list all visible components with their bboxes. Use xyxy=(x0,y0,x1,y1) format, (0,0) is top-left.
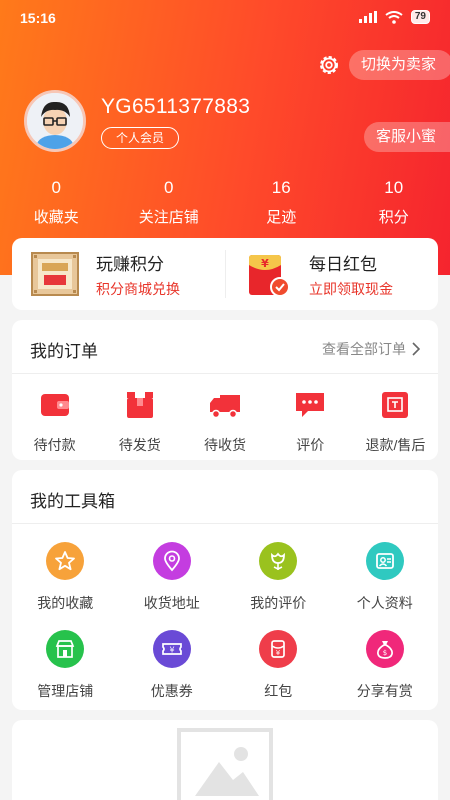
truck-icon xyxy=(210,395,240,419)
stat-label: 收藏夹 xyxy=(33,209,79,226)
stat-followed-shops[interactable]: 0 关注店铺 xyxy=(113,178,226,227)
orders-title: 我的订单 xyxy=(30,342,98,361)
red-packet-icon: ¥ xyxy=(259,630,298,668)
promo-red-envelope[interactable]: ¥ 每日红包 立即领取现金 xyxy=(225,238,438,310)
location-icon xyxy=(152,542,191,580)
stats-row: 0 收藏夹 0 关注店铺 16 足迹 10 积分 xyxy=(0,178,450,227)
tool-manage-store[interactable]: 管理店铺 xyxy=(12,630,119,718)
tool-coupons[interactable]: ¥ 优惠券 xyxy=(119,630,226,718)
order-label: 待发货 xyxy=(118,437,161,453)
store-icon xyxy=(46,630,85,668)
orders-card: 我的订单 查看全部订单 待付款 待发货 待收货 评价 退款/售后 xyxy=(12,320,438,460)
promo-points[interactable]: 玩赚积分 积分商城兑换 xyxy=(12,238,225,310)
status-bar: 15:16 79 xyxy=(0,0,450,36)
stat-label: 积分 xyxy=(378,209,409,226)
image-placeholder[interactable] xyxy=(177,728,273,800)
promo-title: 玩赚积分 xyxy=(96,254,164,274)
status-icons: 79 xyxy=(358,10,430,24)
refund-icon xyxy=(382,392,409,418)
signal-icon xyxy=(358,11,377,23)
order-label: 待付款 xyxy=(33,437,76,453)
tool-my-favorites[interactable]: 我的收藏 xyxy=(12,542,119,630)
profile-card-icon xyxy=(365,542,404,580)
svg-text:¥: ¥ xyxy=(276,649,281,657)
tool-label: 我的评价 xyxy=(250,595,307,611)
tool-label: 红包 xyxy=(264,683,293,699)
stat-value: 0 xyxy=(51,178,61,197)
flower-icon xyxy=(259,542,298,580)
order-label: 退款/售后 xyxy=(365,437,426,453)
order-review[interactable]: 评价 xyxy=(268,390,353,455)
star-icon xyxy=(46,542,85,580)
tool-label: 优惠券 xyxy=(150,683,193,699)
svg-text:¥: ¥ xyxy=(261,257,269,270)
money-bag-icon: $ xyxy=(365,630,404,668)
promo-card: 玩赚积分 积分商城兑换 ¥ 每日红包 立即领取现金 xyxy=(12,238,438,310)
stat-label: 足迹 xyxy=(266,209,297,226)
promo-subtitle: 积分商城兑换 xyxy=(96,280,180,297)
view-all-orders-link[interactable]: 查看全部订单 xyxy=(322,339,420,359)
points-board-icon xyxy=(31,252,79,296)
comment-icon xyxy=(296,393,325,417)
order-pending-shipment[interactable]: 待发货 xyxy=(97,390,182,455)
coupon-icon: ¥ xyxy=(152,630,191,668)
tool-label: 管理店铺 xyxy=(37,683,94,699)
stat-label: 关注店铺 xyxy=(138,209,199,226)
order-pending-receipt[interactable]: 待收货 xyxy=(182,390,267,455)
toolbox-title: 我的工具箱 xyxy=(30,492,115,511)
banner-card xyxy=(12,720,438,800)
stat-points[interactable]: 10 积分 xyxy=(338,178,450,227)
avatar[interactable] xyxy=(24,90,86,152)
order-refund[interactable]: 退款/售后 xyxy=(353,390,438,455)
red-envelope-icon: ¥ xyxy=(249,255,290,297)
stat-favorites[interactable]: 0 收藏夹 xyxy=(0,178,113,227)
switch-to-seller-button[interactable]: 切换为卖家 xyxy=(349,50,450,80)
order-status-row: 待付款 待发货 待收货 评价 退款/售后 xyxy=(12,374,438,455)
package-icon xyxy=(126,392,153,418)
image-placeholder-icon xyxy=(195,747,259,796)
member-badge: 个人会员 xyxy=(101,127,180,149)
stat-value: 16 xyxy=(271,178,291,197)
username: YG6511377883 xyxy=(101,95,251,118)
orders-header: 我的订单 查看全部订单 xyxy=(12,320,438,374)
view-all-orders-label: 查看全部订单 xyxy=(322,341,406,357)
svg-text:¥: ¥ xyxy=(169,646,174,655)
order-label: 评价 xyxy=(296,437,325,453)
stat-footprints[interactable]: 16 足迹 xyxy=(225,178,338,227)
promo-subtitle: 立即领取现金 xyxy=(309,280,393,297)
gear-icon[interactable] xyxy=(316,52,342,78)
tool-label: 收货地址 xyxy=(143,595,200,611)
avatar-image xyxy=(27,93,83,149)
customer-service-button[interactable]: 客服小蜜 xyxy=(364,122,450,152)
toolbox-card: 我的工具箱 我的收藏 收货地址 我的评价 个人资料 管理店铺 ¥ 优惠券 ¥ 红… xyxy=(12,470,438,710)
status-time: 15:16 xyxy=(20,10,56,26)
tool-red-packets[interactable]: ¥ 红包 xyxy=(225,630,332,718)
promo-title: 每日红包 xyxy=(309,254,377,274)
order-pending-payment[interactable]: 待付款 xyxy=(12,390,97,455)
tool-my-reviews[interactable]: 我的评价 xyxy=(225,542,332,630)
wallet-icon xyxy=(40,394,69,416)
tool-share-rewards[interactable]: $ 分享有赏 xyxy=(332,630,439,718)
svg-text:$: $ xyxy=(383,649,387,657)
chevron-right-icon xyxy=(412,342,420,356)
toolbox-header: 我的工具箱 xyxy=(12,470,438,524)
tool-label: 个人资料 xyxy=(356,595,413,611)
tool-personal-profile[interactable]: 个人资料 xyxy=(332,542,439,630)
wifi-icon xyxy=(385,10,403,24)
tool-shipping-address[interactable]: 收货地址 xyxy=(119,542,226,630)
stat-value: 10 xyxy=(384,178,404,197)
battery-indicator: 79 xyxy=(410,10,430,24)
order-label: 待收货 xyxy=(204,437,246,453)
stat-value: 0 xyxy=(164,178,174,197)
tool-label: 分享有赏 xyxy=(356,683,413,699)
tool-label: 我的收藏 xyxy=(37,595,94,611)
toolbox-grid: 我的收藏 收货地址 我的评价 个人资料 管理店铺 ¥ 优惠券 ¥ 红包 $ 分享… xyxy=(12,524,438,718)
